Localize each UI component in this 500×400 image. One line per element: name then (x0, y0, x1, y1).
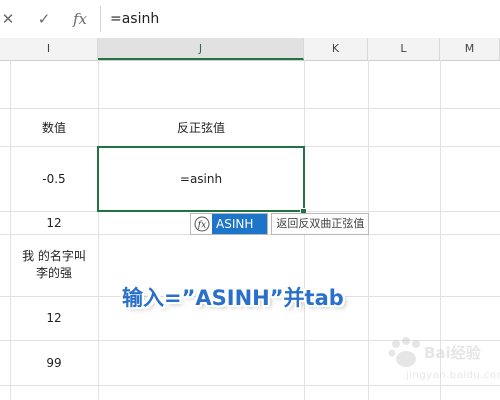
watermark-text: Bai经验 (424, 344, 481, 362)
formula-bar-divider (100, 6, 101, 32)
column-header-k[interactable]: K (304, 38, 368, 60)
autocomplete-item-asinh[interactable]: fx ASINH (190, 213, 269, 235)
fx-function-icon: fx (192, 214, 212, 234)
column-header-row: I J K L M (0, 38, 500, 61)
column-header-j[interactable]: J (98, 38, 304, 60)
cell-i-value-2[interactable]: 12 (10, 211, 98, 234)
cell-i-header[interactable]: 数值 (10, 108, 98, 146)
formula-input[interactable] (104, 4, 496, 34)
watermark-url: jingyan.baidu.com (406, 370, 500, 381)
watermark-logo: Bai经验 jingyan.baidu.com (386, 336, 500, 398)
cell-i-value-1[interactable]: -0.5 (10, 146, 98, 211)
cell-j-header[interactable]: 反正弦值 (98, 108, 304, 146)
cell-i-value-4[interactable]: 12 (10, 296, 98, 340)
cancel-icon[interactable]: ✕ (0, 8, 20, 30)
insert-function-icon[interactable]: fx (68, 8, 92, 30)
column-header-l[interactable]: L (368, 38, 440, 60)
column-header-m[interactable]: M (440, 38, 500, 60)
instruction-caption: 输入=”ASINH”并tab (122, 286, 344, 310)
active-cell-j[interactable]: =asinh (97, 146, 305, 212)
svg-text:fx: fx (197, 221, 206, 231)
function-autocomplete: fx ASINH 返回反双曲正弦值 (190, 213, 370, 235)
column-header-i[interactable]: I (0, 38, 98, 60)
formula-bar: ✕ ✓ fx (0, 0, 500, 39)
function-tooltip: 返回反双曲正弦值 (271, 213, 370, 235)
cell-i-value-3[interactable]: 我 的名字叫 李的强 (10, 234, 98, 296)
cell-i-value-5[interactable]: 99 (10, 340, 98, 385)
autocomplete-function-name[interactable]: ASINH (212, 214, 268, 234)
enter-check-icon[interactable]: ✓ (32, 8, 56, 30)
